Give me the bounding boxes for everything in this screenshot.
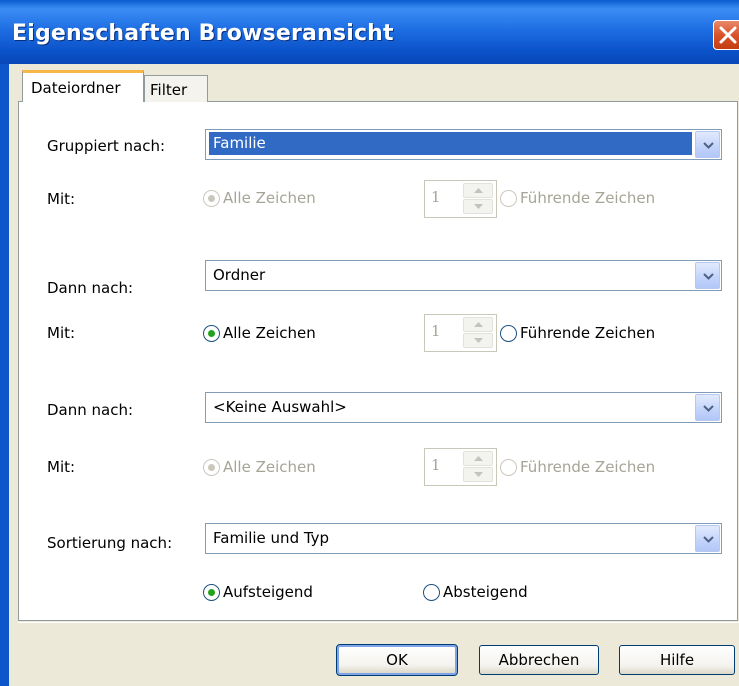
spinner-value: 1: [431, 322, 441, 340]
title-bar[interactable]: Eigenschaften Browseransicht: [0, 0, 739, 64]
group3-dropdown-arrow[interactable]: [695, 394, 720, 421]
radio-label: Führende Zeichen: [520, 458, 656, 476]
radio-circle: [203, 584, 220, 601]
radio-circle: [500, 325, 517, 342]
spinner-up-button[interactable]: [463, 183, 493, 198]
tab-dateiordner[interactable]: Dateiordner: [22, 70, 144, 102]
group1-dropdown-arrow[interactable]: [695, 131, 720, 158]
spinner-up-button[interactable]: [463, 451, 493, 466]
radio-label: Alle Zeichen: [223, 458, 316, 476]
chevron-down-icon: [703, 142, 714, 149]
group1-label: Gruppiert nach:: [47, 137, 166, 155]
radio-circle: [423, 584, 440, 601]
tab-label: Dateiordner: [31, 79, 121, 97]
group2-count-spinner[interactable]: 1: [424, 314, 497, 352]
radio-circle: [203, 190, 220, 207]
radio-dot: [208, 589, 215, 596]
group3-label: Dann nach:: [47, 401, 134, 419]
help-button[interactable]: Hilfe: [619, 645, 735, 675]
radio-dot: [208, 330, 215, 337]
radio-circle: [203, 459, 220, 476]
group2-mit-label: Mit:: [47, 324, 76, 342]
sort-dropdown-arrow[interactable]: [695, 525, 720, 552]
group2-dropdown-value: Ordner: [213, 266, 266, 284]
radio-dot: [208, 464, 215, 471]
spinner-value: 1: [431, 456, 441, 474]
spinner-down-button[interactable]: [463, 333, 493, 348]
spinner-value: 1: [431, 188, 441, 206]
radio-label: Führende Zeichen: [520, 189, 656, 207]
chevron-down-icon: [474, 204, 483, 209]
group1-dropdown-value: Familie: [209, 132, 692, 155]
separator: [18, 622, 739, 623]
sort-label: Sortierung nach:: [47, 534, 173, 552]
chevron-down-icon: [703, 405, 714, 412]
radio-label: Aufsteigend: [223, 583, 313, 601]
close-button[interactable]: [713, 20, 739, 50]
spinner-down-button[interactable]: [463, 467, 493, 482]
group3-count-spinner[interactable]: 1: [424, 448, 497, 486]
radio-circle: [203, 325, 220, 342]
group2-dropdown-arrow[interactable]: [695, 262, 720, 289]
group2-label: Dann nach:: [47, 279, 134, 297]
radio-label: Alle Zeichen: [223, 189, 316, 207]
group1-dropdown[interactable]: Familie: [205, 129, 722, 160]
chevron-up-icon: [474, 322, 483, 327]
chevron-down-icon: [474, 338, 483, 343]
radio-label: Absteigend: [443, 583, 528, 601]
close-icon: [719, 26, 737, 44]
tab-filter[interactable]: Filter: [144, 75, 208, 102]
group1-mit-label: Mit:: [47, 190, 76, 208]
chevron-down-icon: [703, 273, 714, 280]
radio-circle: [500, 190, 517, 207]
tab-label: Filter: [150, 81, 188, 99]
group3-mit-label: Mit:: [47, 458, 76, 476]
cancel-button[interactable]: Abbrechen: [479, 645, 599, 675]
window-title: Eigenschaften Browseransicht: [12, 21, 394, 46]
ok-button[interactable]: OK: [336, 644, 458, 676]
spinner-down-button[interactable]: [463, 199, 493, 214]
chevron-up-icon: [474, 456, 483, 461]
radio-label: Alle Zeichen: [223, 324, 316, 342]
spinner-up-button[interactable]: [463, 317, 493, 332]
chevron-down-icon: [703, 536, 714, 543]
window-frame-left: [0, 64, 9, 686]
group1-count-spinner[interactable]: 1: [424, 180, 497, 218]
group3-dropdown[interactable]: <Keine Auswahl>: [205, 392, 722, 423]
sort-dropdown-value: Familie und Typ: [213, 529, 330, 547]
radio-label: Führende Zeichen: [520, 324, 656, 342]
group2-dropdown[interactable]: Ordner: [205, 260, 722, 291]
chevron-up-icon: [474, 188, 483, 193]
sort-dropdown[interactable]: Familie und Typ: [205, 523, 722, 554]
group3-dropdown-value: <Keine Auswahl>: [213, 398, 347, 416]
radio-circle: [500, 459, 517, 476]
radio-dot: [208, 195, 215, 202]
chevron-down-icon: [474, 472, 483, 477]
